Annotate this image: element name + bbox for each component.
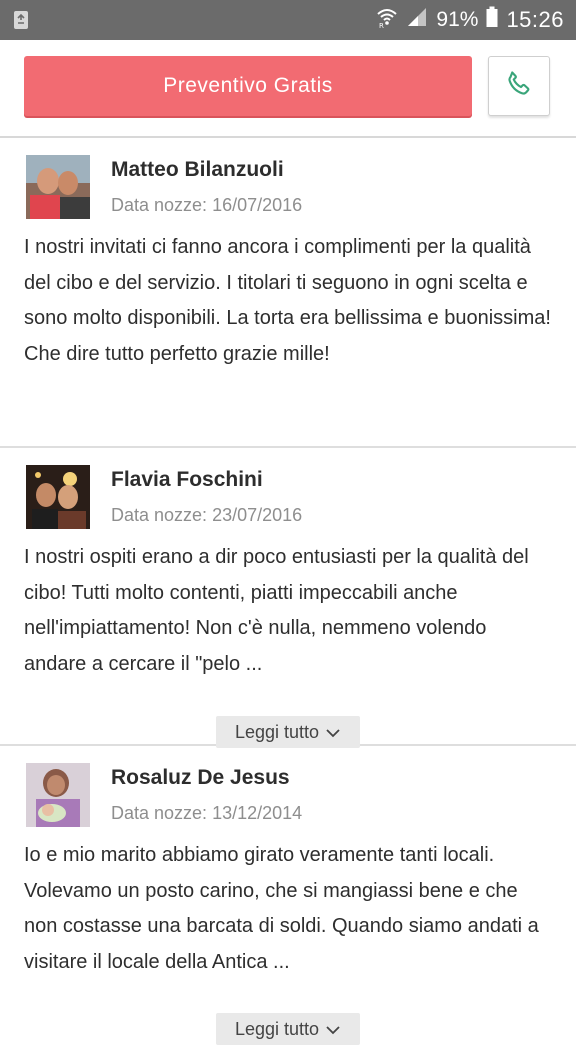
svg-text:R: R <box>379 22 384 28</box>
clock: 15:26 <box>506 7 564 32</box>
reviews-list: Matteo Bilanzuoli Data nozze: 16/07/2016 … <box>0 138 576 1046</box>
wedding-date-value: 23/07/2016 <box>212 505 303 525</box>
wedding-date: Data nozze: 16/07/2016 <box>111 195 302 216</box>
review-text: I nostri invitati ci fanno ancora i comp… <box>24 236 551 365</box>
review-text: I nostri ospiti erano a dir poco entusia… <box>24 546 529 675</box>
reviewer-name: Flavia Foschini <box>111 468 263 491</box>
status-bar: R 91% 15:26 <box>0 0 576 40</box>
reviewer-avatar <box>26 763 90 827</box>
read-more-button[interactable]: Leggi tutto <box>216 716 360 748</box>
review-item: Flavia Foschini Data nozze: 23/07/2016 I … <box>0 448 576 748</box>
phone-icon <box>504 69 534 104</box>
call-button[interactable] <box>488 56 550 116</box>
review-text: Io e mio marito abbiamo girato veramente… <box>24 844 539 973</box>
wedding-date-value: 13/12/2014 <box>212 803 303 823</box>
battery-percent: 91% <box>436 8 479 31</box>
reviewer-name: Matteo Bilanzuoli <box>111 158 284 181</box>
read-more-button[interactable]: Leggi tutto <box>216 1013 360 1045</box>
action-bar: Preventivo Gratis <box>0 40 576 138</box>
read-more-label: Leggi tutto <box>234 1018 320 1039</box>
wedding-date-value: 16/07/2016 <box>212 195 303 215</box>
reviewer-avatar <box>26 465 90 529</box>
chevron-down-icon <box>325 1019 341 1040</box>
review-item: Rosaluz De Jesus Data nozze: 13/12/2014 I… <box>0 746 576 1046</box>
reviewer-avatar <box>26 155 90 219</box>
free-quote-button[interactable]: Preventivo Gratis <box>24 56 472 116</box>
signal-icon <box>406 6 428 34</box>
read-more-label: Leggi tutto <box>234 721 320 742</box>
reviewer-name: Rosaluz De Jesus <box>111 766 290 789</box>
wifi-icon: R <box>376 6 398 34</box>
wedding-date-label: Data nozze: <box>111 505 208 525</box>
wedding-date: Data nozze: 13/12/2014 <box>111 803 302 824</box>
recycle-notification-icon <box>12 10 30 30</box>
review-item: Matteo Bilanzuoli Data nozze: 16/07/2016 … <box>0 138 576 448</box>
wedding-date-label: Data nozze: <box>111 195 208 215</box>
wedding-date-label: Data nozze: <box>111 803 208 823</box>
chevron-down-icon <box>325 722 341 743</box>
battery-icon <box>486 6 498 34</box>
wedding-date: Data nozze: 23/07/2016 <box>111 505 302 526</box>
